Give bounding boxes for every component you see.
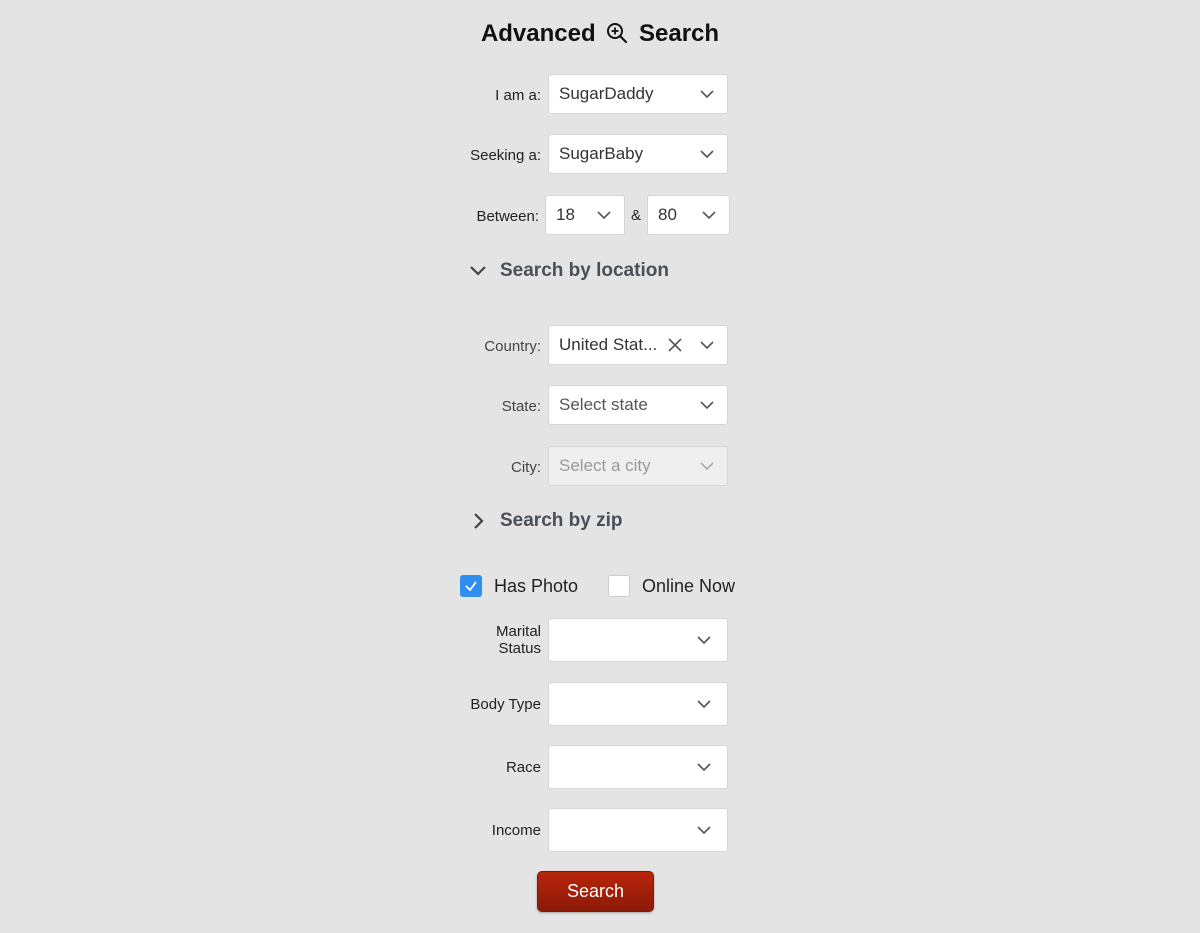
online-now-label: Online Now <box>642 575 736 596</box>
race-label: Race <box>505 758 541 776</box>
country-row: Country: United Stat... <box>440 325 740 367</box>
search-by-location-toggle[interactable]: Search by location <box>468 260 669 282</box>
title-text-left: Advanced <box>480 20 596 47</box>
city-label: City: <box>511 458 541 476</box>
chevron-down-icon <box>700 90 714 99</box>
country-label: Country: <box>484 337 541 355</box>
race-row: Race <box>440 745 740 789</box>
income-select[interactable] <box>548 808 728 852</box>
age-min-select[interactable]: 18 <box>545 195 625 235</box>
search-by-location-label: Search by location <box>500 260 669 281</box>
chevron-down-icon <box>597 211 611 220</box>
chevron-down-icon <box>697 826 711 835</box>
search-by-zip-toggle[interactable]: Search by zip <box>468 510 623 532</box>
chevron-down-icon <box>700 150 714 159</box>
age-range-row: Between: 18 & 80 <box>440 195 740 237</box>
zoom-in-icon <box>606 22 628 51</box>
seeking-label: Seeking a: <box>470 146 541 164</box>
age-min-value: 18 <box>556 205 575 224</box>
income-row: Income <box>440 808 740 852</box>
title-text-right: Search <box>638 20 720 47</box>
age-max-value: 80 <box>658 205 677 224</box>
age-max-select[interactable]: 80 <box>647 195 730 235</box>
chevron-down-icon <box>700 401 714 410</box>
marital-status-select[interactable] <box>548 618 728 662</box>
country-select[interactable]: United Stat... <box>548 325 728 365</box>
search-by-zip-label: Search by zip <box>500 510 623 531</box>
chevron-down-icon <box>697 700 711 709</box>
between-label: Between: <box>476 207 539 225</box>
chevron-down-icon <box>697 763 711 772</box>
online-now-checkbox[interactable]: Online Now <box>608 575 735 597</box>
marital-label-line2: Status <box>498 640 541 657</box>
search-button[interactable]: Search <box>537 871 654 912</box>
marital-status-label: Marital Status <box>496 618 541 662</box>
state-row: State: Select state <box>440 385 740 427</box>
state-label: State: <box>501 397 541 415</box>
has-photo-checkbox[interactable]: Has Photo <box>460 575 578 597</box>
chevron-down-icon <box>470 266 486 276</box>
chevron-down-icon <box>702 211 716 220</box>
chevron-down-icon <box>700 341 714 350</box>
state-select[interactable]: Select state <box>548 385 728 425</box>
country-value: United Stat... <box>559 335 658 354</box>
body-type-label: Body Type <box>470 695 541 713</box>
chevron-right-icon <box>474 513 484 529</box>
city-select: Select a city <box>548 446 728 486</box>
city-row: City: Select a city <box>440 446 740 488</box>
body-type-select[interactable] <box>548 682 728 726</box>
checkbox-unchecked-icon[interactable] <box>608 575 630 597</box>
seeking-row: Seeking a: SugarBaby <box>440 134 740 176</box>
marital-status-row: Marital Status <box>440 618 740 662</box>
seeking-value: SugarBaby <box>559 144 644 163</box>
clear-icon[interactable] <box>667 337 683 353</box>
iam-value: SugarDaddy <box>559 84 654 103</box>
race-select[interactable] <box>548 745 728 789</box>
iam-row: I am a: SugarDaddy <box>440 74 740 116</box>
chevron-down-icon <box>697 636 711 645</box>
age-separator: & <box>631 206 642 224</box>
has-photo-label: Has Photo <box>494 575 579 596</box>
iam-label: I am a: <box>495 86 541 104</box>
state-placeholder: Select state <box>559 395 648 414</box>
income-label: Income <box>491 821 541 839</box>
page-title: Advanced Search <box>0 20 1200 51</box>
seeking-select[interactable]: SugarBaby <box>548 134 728 174</box>
city-placeholder: Select a city <box>559 456 651 475</box>
iam-select[interactable]: SugarDaddy <box>548 74 728 114</box>
marital-label-line1: Marital <box>495 623 541 640</box>
checkbox-checked-icon[interactable] <box>460 575 482 597</box>
chevron-down-icon <box>700 462 714 471</box>
body-type-row: Body Type <box>440 682 740 726</box>
